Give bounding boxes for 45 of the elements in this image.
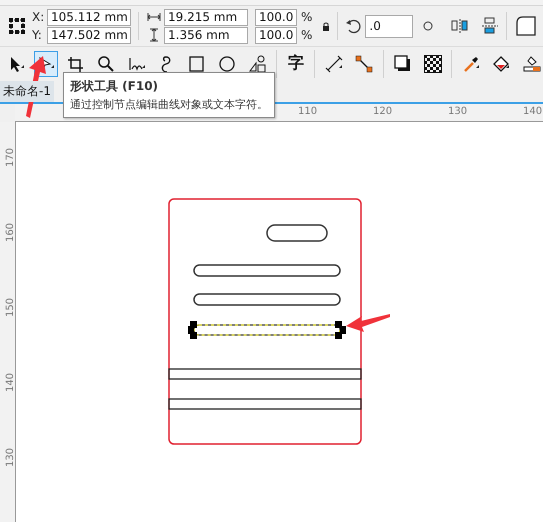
document-tab[interactable]: 未命名-1 [0,81,54,102]
tooltip-text: 通过控制节点编辑曲线对象或文本字符。 [70,97,268,112]
ruler-label: 140 [5,372,16,392]
zoom-icon [97,54,116,72]
x-label: X: [32,10,46,24]
rounded-corner-icon [514,14,538,38]
outline-pen-icon [522,54,540,72]
tooltip-title: 形状工具 (F10) [70,78,160,95]
shapes-icon [248,54,267,72]
mirror-icon [451,18,470,34]
x-field[interactable]: 105.112 mm [47,8,131,26]
crop-icon [67,54,86,72]
rotation-field[interactable]: .0 [365,14,414,38]
ruler-label: 150 [5,298,16,318]
annotation-arrow [346,314,390,334]
rectangle-icon [188,54,206,72]
paint-bucket-icon [492,54,510,72]
connector-icon [355,54,374,72]
flip-icon [481,17,500,35]
y-field[interactable]: 147.502 mm [47,26,131,44]
height-field[interactable]: 1.356 mm [164,26,248,44]
checkerboard-icon [424,54,442,72]
ruler-label: 130 [448,106,468,117]
dimension-line-icon [325,54,344,72]
scale-y-field[interactable]: 100.0 [255,26,297,44]
drop-shadow-icon [394,54,412,72]
rotate-icon [345,17,364,35]
ruler-label: 120 [373,106,392,117]
ruler-label: 130 [5,448,16,468]
ellipse-icon [218,54,236,72]
ruler-label: 170 [5,148,16,168]
eyedropper-icon [462,54,480,72]
degree-icon [423,21,434,31]
scale-x-field[interactable]: 100.0 [255,8,297,26]
width-field[interactable]: 19.215 mm [164,8,248,26]
ruler-label: 160 [5,222,16,242]
ruler-label: 140 [523,106,542,117]
percent-label: % [301,10,312,24]
percent-label: % [301,28,312,42]
selected-shape[interactable] [188,321,346,339]
text-tool-button[interactable]: 字 [284,50,308,76]
lock-icon [322,22,330,30]
y-label: Y: [32,28,43,42]
bounding-box-icon [8,17,26,35]
ruler-label: 110 [298,106,318,117]
